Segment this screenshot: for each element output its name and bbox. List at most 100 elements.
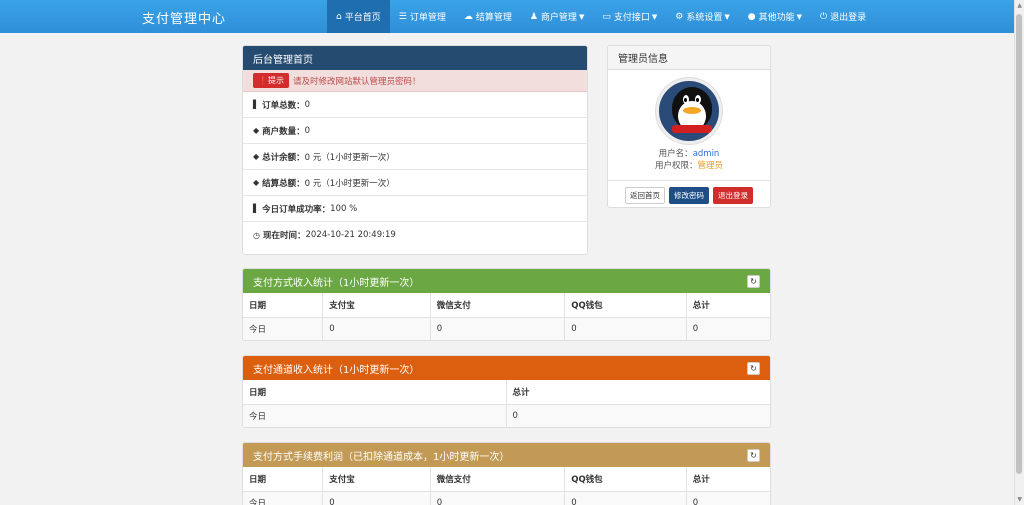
change-password-button[interactable]: 修改密码 bbox=[669, 187, 709, 204]
username-line: 用户名：admin bbox=[608, 148, 770, 160]
table-cell: 0 bbox=[564, 491, 687, 505]
caret-down-icon: ▼ bbox=[796, 12, 802, 21]
column-header: 日期 bbox=[243, 293, 324, 318]
column-header: 微信支付 bbox=[430, 293, 566, 318]
fee-stats-panel: 支付方式手续费利润（已扣除通道成本，1小时更新一次） ↻ 日期 支付宝 微信支付 QQ钱… bbox=[242, 442, 771, 505]
stat-row: ▌ 今日订单成功率： 100 % bbox=[243, 196, 587, 222]
drop-icon: ◆ bbox=[253, 178, 260, 187]
dashboard-title: 后台管理首页 bbox=[243, 46, 587, 70]
nav-item-label: 其他功能 bbox=[758, 13, 795, 23]
logout-button[interactable]: 退出登录 bbox=[713, 187, 753, 204]
column-header: 支付宝 bbox=[322, 467, 431, 492]
penguin-eye-left bbox=[683, 95, 689, 104]
column-header: 支付宝 bbox=[322, 293, 431, 318]
nav-item-label: 结算管理 bbox=[475, 13, 512, 23]
table-cell: 0 bbox=[564, 317, 687, 340]
alert-tag-label: 提示 bbox=[267, 76, 284, 85]
nav-item-1[interactable]: ☰ 订单管理 bbox=[390, 0, 455, 33]
info-icon: ❗ bbox=[258, 76, 268, 85]
bar-chart-icon: ▌ bbox=[253, 204, 260, 213]
stat-value: 100 % bbox=[330, 203, 358, 214]
globe-icon: ● bbox=[747, 11, 756, 22]
caret-down-icon: ▼ bbox=[578, 12, 585, 21]
column-header: QQ钱包 bbox=[564, 467, 687, 492]
brand-title[interactable]: 支付管理中心 bbox=[142, 8, 226, 27]
table-cell: 0 bbox=[686, 317, 770, 340]
stat-label: 总计余额： bbox=[262, 152, 305, 163]
method-stats-panel: 支付方式收入统计（1小时更新一次） ↻ 日期 支付宝 微信支付 QQ钱包 总计 今日 0 0 0 0 bbox=[242, 268, 771, 341]
nav-item-label: 平台首页 bbox=[344, 13, 381, 23]
caret-down-icon: ▼ bbox=[724, 12, 730, 21]
stat-label: 订单总数： bbox=[262, 100, 305, 111]
back-home-button[interactable]: 返回首页 bbox=[625, 187, 665, 204]
stat-label: 商户数量： bbox=[262, 126, 305, 137]
home-icon: ⌂ bbox=[336, 11, 342, 22]
column-header: 日期 bbox=[243, 380, 507, 405]
stat-row: ▌ 订单总数： 0 bbox=[243, 92, 587, 118]
nav-item-label: 退出登录 bbox=[830, 13, 867, 23]
role-line: 用户权限：管理员 bbox=[608, 160, 770, 172]
admin-title: 管理员信息 bbox=[608, 46, 770, 70]
table-header-row: 日期 支付宝 微信支付 QQ钱包 总计 bbox=[243, 293, 770, 318]
nav-item-label: 商户管理 bbox=[540, 13, 577, 23]
nav-item-2[interactable]: ☁ 结算管理 bbox=[455, 0, 521, 33]
nav-item-6[interactable]: ● 其他功能 ▼ bbox=[739, 0, 811, 33]
fee-stats-table: 日期 支付宝 微信支付 QQ钱包 总计 今日 0 0 0 0 bbox=[243, 467, 770, 505]
stat-label: 现在时间： bbox=[262, 231, 306, 241]
nav-item-5[interactable]: ⚙ 系统设置 ▼ bbox=[666, 0, 738, 33]
table-cell: 0 bbox=[322, 491, 431, 505]
table-row: 今日 0 0 0 0 bbox=[243, 317, 770, 340]
column-header: 总计 bbox=[686, 467, 770, 492]
nav-item-0[interactable]: ⌂ 平台首页 bbox=[327, 0, 390, 33]
admin-panel: 管理员信息 用户名：admin 用户权限：管理员 返回首页 修改密码 退出登录 bbox=[607, 45, 771, 208]
alert-tag: ❗提示 bbox=[253, 73, 289, 88]
role-label: 用户权限： bbox=[654, 161, 698, 171]
clock-icon: ◷ bbox=[253, 230, 260, 240]
scroll-thumb[interactable] bbox=[1016, 14, 1022, 474]
channel-stats-panel: 支付通道收入统计（1小时更新一次） ↻ 日期 总计 今日 0 bbox=[242, 355, 771, 428]
user-icon: ♟ bbox=[529, 11, 538, 22]
scroll-down-icon[interactable]: ▼ bbox=[1017, 496, 1022, 503]
scroll-up-icon[interactable]: ▲ bbox=[1017, 2, 1022, 9]
password-alert: ❗提示 请及时修改网站默认管理员密码！ bbox=[243, 70, 587, 92]
refresh-icon[interactable]: ↻ bbox=[747, 275, 760, 288]
refresh-icon[interactable]: ↻ bbox=[747, 362, 760, 375]
penguin-beak bbox=[683, 107, 701, 114]
table-cell: 0 bbox=[430, 491, 566, 505]
table-cell: 今日 bbox=[243, 491, 324, 505]
nav-item-label: 支付接口 bbox=[613, 13, 650, 23]
stat-label: 今日订单成功率： bbox=[262, 204, 331, 215]
method-stats-title: 支付方式收入统计（1小时更新一次） bbox=[253, 277, 420, 289]
column-header: 总计 bbox=[506, 380, 770, 405]
nav-item-7[interactable]: ⏻ 退出登录 bbox=[811, 0, 875, 33]
stat-value: 0 元（1小时更新一次） bbox=[304, 178, 395, 189]
stat-value: 2024-10-21 20:49:19 bbox=[305, 230, 396, 240]
method-stats-table: 日期 支付宝 微信支付 QQ钱包 总计 今日 0 0 0 0 bbox=[243, 293, 770, 340]
nav-item-3[interactable]: ♟ 商户管理 ▼ bbox=[521, 0, 593, 33]
nav-item-label: 订单管理 bbox=[409, 13, 446, 23]
top-navbar: 支付管理中心 ⌂ 平台首页 ☰ 订单管理 ☁ 结算管理 ♟ 商户管理 ▼ ▭ 支付接口 ▼ ⚙ 系统设置 ▼… bbox=[0, 0, 1014, 33]
vertical-scrollbar[interactable]: ▲ ▼ bbox=[1014, 0, 1024, 505]
stat-row: ◷ 现在时间： 2024-10-21 20:49:19 bbox=[243, 222, 587, 248]
column-header: QQ钱包 bbox=[564, 293, 687, 318]
list-icon: ☰ bbox=[398, 11, 407, 22]
refresh-icon[interactable]: ↻ bbox=[747, 449, 760, 462]
stat-value: 0 bbox=[304, 99, 311, 110]
username-value: admin bbox=[692, 149, 720, 159]
table-cell: 0 bbox=[506, 404, 770, 427]
stat-value: 0 元（1小时更新一次） bbox=[304, 152, 395, 163]
drop-icon: ◆ bbox=[253, 152, 260, 161]
alert-text: 请及时修改网站默认管理员密码！ bbox=[292, 76, 421, 87]
nav-item-4[interactable]: ▭ 支付接口 ▼ bbox=[593, 0, 666, 33]
dashboard-panel: 后台管理首页 ❗提示 请及时修改网站默认管理员密码！ ▌ 订单总数： 0 ◆ 商户数量：… bbox=[242, 45, 588, 255]
table-cell: 0 bbox=[686, 491, 770, 505]
penguin-scarf bbox=[672, 125, 712, 133]
power-icon: ⏻ bbox=[820, 11, 828, 22]
avatar bbox=[656, 78, 722, 144]
dashboard-stats: ▌ 订单总数： 0 ◆ 商户数量： 0 ◆ 总计余额： 0 元（1小时更新一次） ◆ 结算总额： 0 … bbox=[243, 92, 587, 248]
caret-down-icon: ▼ bbox=[651, 12, 658, 21]
stat-row: ◆ 商户数量： 0 bbox=[243, 118, 587, 144]
stat-label: 结算总额： bbox=[262, 178, 305, 189]
stat-value: 0 bbox=[304, 125, 311, 136]
stat-row: ◆ 总计余额： 0 元（1小时更新一次） bbox=[243, 144, 587, 170]
